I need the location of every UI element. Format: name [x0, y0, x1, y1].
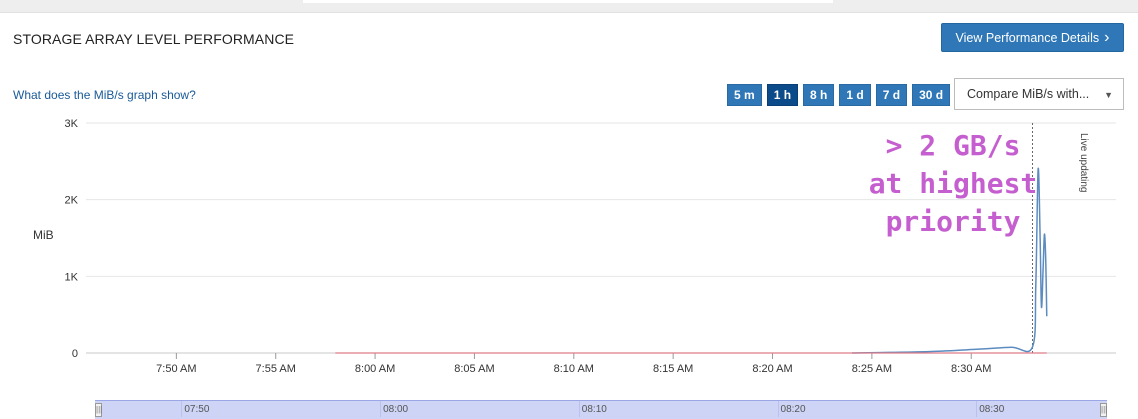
y-tick-label: 0 — [72, 348, 78, 360]
x-tick-label: 7:50 AM — [156, 363, 196, 375]
navigator-tick-label: 07:50 — [181, 401, 210, 417]
time-navigator[interactable]: ||| ||| 07:50 08:00 08:10 08:20 08:30 — [95, 400, 1107, 419]
x-tick-label: 8:10 AM — [554, 363, 594, 375]
navigator-left-handle[interactable]: ||| — [95, 403, 102, 417]
x-tick-label: 8:00 AM — [355, 363, 395, 375]
navigator-tick-label: 08:10 — [578, 401, 607, 417]
navigator-tick-label: 08:30 — [976, 401, 1005, 417]
annotation-text: > 2 GB/s at highest priority — [868, 129, 1038, 238]
x-tick-label: 8:15 AM — [653, 363, 693, 375]
y-axis-label: MiB — [33, 228, 54, 242]
y-tick-label: 3K — [65, 118, 79, 130]
live-updating-label: Live updating — [1078, 133, 1089, 193]
x-tick-label: 8:30 AM — [951, 363, 991, 375]
x-tick-label: 8:05 AM — [454, 363, 494, 375]
y-tick-label: 1K — [65, 271, 79, 283]
x-tick-label: 7:55 AM — [256, 363, 296, 375]
x-tick-label: 8:20 AM — [752, 363, 792, 375]
navigator-tick-label: 08:00 — [380, 401, 409, 417]
y-tick-label: 2K — [65, 195, 79, 207]
x-tick-label: 8:25 AM — [852, 363, 892, 375]
navigator-right-handle[interactable]: ||| — [1100, 403, 1107, 417]
navigator-tick-label: 08:20 — [777, 401, 806, 417]
